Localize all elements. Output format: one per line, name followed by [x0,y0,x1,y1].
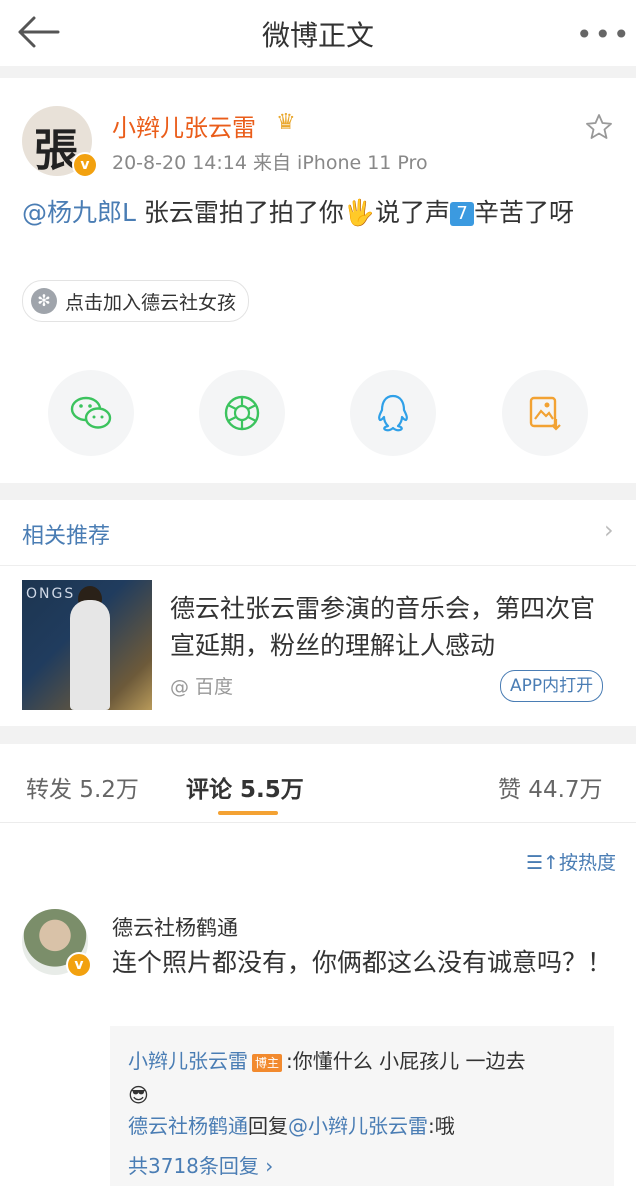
qq-icon [378,394,408,432]
verified-icon: v [66,952,92,978]
content-text-a: 张云雷拍了拍了你 [135,198,344,227]
article-thumbnail[interactable]: ONGS [22,580,152,710]
reply-2-mid: 回复 [248,1114,288,1138]
divider [0,565,636,566]
chevron-right-icon[interactable]: › [604,516,614,544]
post-content: @杨九郎L 张云雷拍了拍了你🖐说了声 7 辛苦了呀 [22,194,614,232]
active-tab-indicator [218,811,278,815]
crown-icon: ♛ [276,110,296,135]
sort-label: 按热度 [558,852,616,874]
tab-like[interactable]: 赞 44.7万 [498,770,603,804]
post-source: 来自 iPhone 11 Pro [253,152,428,174]
keycap-seven-icon: 7 [450,202,475,226]
reply-2-text: :哦 [428,1114,455,1138]
reply-2: 德云社杨鹤通回复@小辫儿张云雷:哦 [128,1110,455,1139]
recommend-title: 相关推荐 [22,524,111,549]
content-text-b: 说了声 [375,198,451,227]
open-in-app-button[interactable]: APP内打开 [500,670,604,702]
share-wechat-button[interactable] [48,370,134,456]
page-title: 微博正文 [261,19,374,52]
comment-text: 连个照片都没有，你俩都这么没有诚意吗？！ [112,948,613,977]
save-image-button[interactable] [502,370,588,456]
group-tag[interactable]: ✻ 点击加入德云社女孩 [22,280,250,322]
content-text-c: 辛苦了呀 [474,198,575,227]
moments-icon [224,395,260,431]
view-all-replies-link[interactable]: 共3718条回复 › [128,1150,273,1179]
group-tag-label: 点击加入德云社女孩 [65,291,237,314]
reply-1-text: :你懂什么 小屁孩儿 一边去 [286,1049,526,1073]
hand-emoji-icon: 🖐 [343,198,376,227]
verified-icon: v [72,152,98,178]
save-image-icon [529,396,561,431]
article-title[interactable]: 德云社张云雷参演的音乐会，第四次官宣延期，粉丝的理解让人感动 [170,590,616,664]
share-qq-button[interactable] [350,370,436,456]
post-time: 20-8-20 14:14 [112,152,247,174]
reply-2-user[interactable]: 德云社杨鹤通 [128,1114,248,1138]
tab-comment[interactable]: 评论 5.5万 [186,770,304,804]
author-name[interactable]: 小辫儿张云雷 [112,108,256,143]
thumbnail-text: ONGS [26,586,76,602]
commenter-name[interactable]: 德云社杨鹤通 [112,912,238,942]
share-moments-button[interactable] [199,370,285,456]
sort-button[interactable]: ☰↑按热度 [526,848,616,875]
article-source: @ 百度 [170,676,234,698]
reply-1-user[interactable]: 小辫儿张云雷 [128,1049,248,1073]
flower-icon: ✻ [31,288,57,314]
tab-repost[interactable]: 转发 5.2万 [26,770,139,804]
post-meta: 20-8-20 14:14 来自 iPhone 11 Pro [112,148,428,175]
mention-link[interactable]: @杨九郎L [22,198,136,227]
reply-2-target[interactable]: @小辫儿张云雷 [288,1114,428,1138]
author-badge: 博主 [252,1053,283,1072]
favorite-star-icon[interactable] [584,112,614,142]
wechat-icon [70,396,112,429]
sort-icon: ☰↑ [526,852,559,874]
more-options-icon[interactable]: ••• [576,18,632,51]
sunglasses-emoji-icon: 😎 [128,1083,149,1107]
reply-1: 小辫儿张云雷 博主:你懂什么 小屁孩儿 一边去 😎 [128,1044,604,1112]
